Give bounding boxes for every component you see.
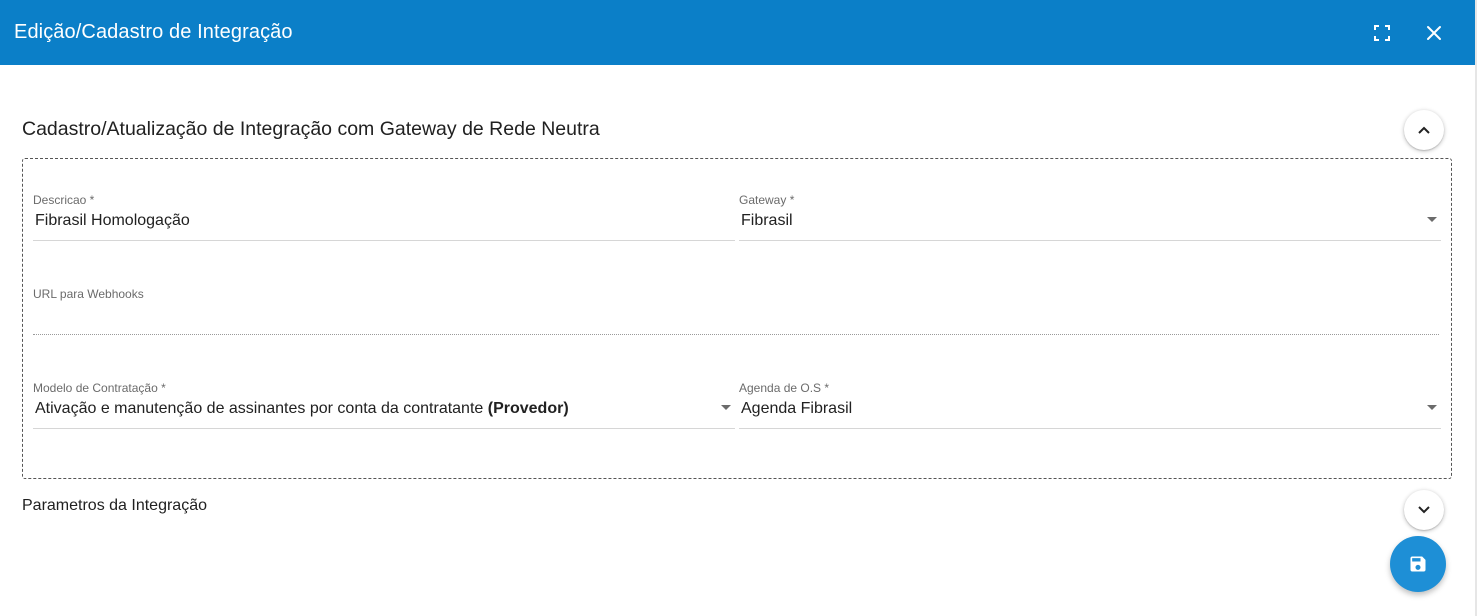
gateway-select[interactable]: Gateway * Fibrasil — [739, 193, 1441, 241]
modelo-contratacao-value[interactable]: Ativação e manutenção de assinantes por … — [35, 400, 569, 418]
descricao-underline — [33, 240, 735, 241]
expand-section-button[interactable] — [1404, 490, 1444, 530]
chevron-up-icon — [1418, 126, 1430, 134]
gateway-label: Gateway * — [739, 193, 795, 207]
agenda-os-value[interactable]: Agenda Fibrasil — [741, 400, 852, 418]
maximize-button[interactable] — [1368, 19, 1396, 47]
save-icon — [1410, 556, 1426, 572]
close-icon — [1427, 26, 1441, 40]
modelo-contratacao-text: Ativação e manutenção de assinantes por … — [35, 400, 488, 417]
integration-form: Descricao * Fibrasil Homologação Gateway… — [22, 158, 1452, 479]
url-webhooks-label: URL para Webhooks — [33, 287, 144, 301]
agenda-os-select[interactable]: Agenda de O.S * Agenda Fibrasil — [739, 381, 1441, 429]
dropdown-arrow-icon[interactable] — [721, 405, 731, 410]
descricao-field[interactable]: Descricao * Fibrasil Homologação — [33, 193, 735, 241]
agenda-os-underline — [739, 428, 1441, 429]
dropdown-arrow-icon[interactable] — [1427, 217, 1437, 222]
close-button[interactable] — [1420, 19, 1448, 47]
collapse-section-button[interactable] — [1404, 110, 1444, 150]
url-webhooks-underline — [33, 333, 1439, 335]
modelo-contratacao-label: Modelo de Contratação * — [33, 381, 166, 395]
integration-dialog: Edição/Cadastro de Integração Cadastro/A… — [0, 0, 1477, 616]
dialog-header: Edição/Cadastro de Integração — [0, 0, 1475, 65]
modelo-contratacao-select[interactable]: Modelo de Contratação * Ativação e manut… — [33, 381, 735, 429]
dialog-title: Edição/Cadastro de Integração — [14, 21, 293, 43]
descricao-input[interactable]: Fibrasil Homologação — [35, 212, 190, 230]
fullscreen-icon — [1374, 25, 1390, 41]
agenda-os-label: Agenda de O.S * — [739, 381, 830, 395]
section-title-parametros: Parametros da Integração — [22, 497, 207, 514]
section-title-cadastro: Cadastro/Atualização de Integração com G… — [22, 118, 600, 140]
gateway-value[interactable]: Fibrasil — [741, 212, 793, 230]
url-webhooks-field[interactable]: URL para Webhooks — [33, 287, 1439, 335]
descricao-label: Descricao * — [33, 193, 95, 207]
modelo-contratacao-underline — [33, 428, 735, 429]
dropdown-arrow-icon[interactable] — [1427, 405, 1437, 410]
gateway-underline — [739, 240, 1441, 241]
save-button[interactable] — [1390, 536, 1446, 592]
modelo-contratacao-bold: (Provedor) — [487, 400, 569, 417]
chevron-down-icon — [1418, 506, 1430, 514]
